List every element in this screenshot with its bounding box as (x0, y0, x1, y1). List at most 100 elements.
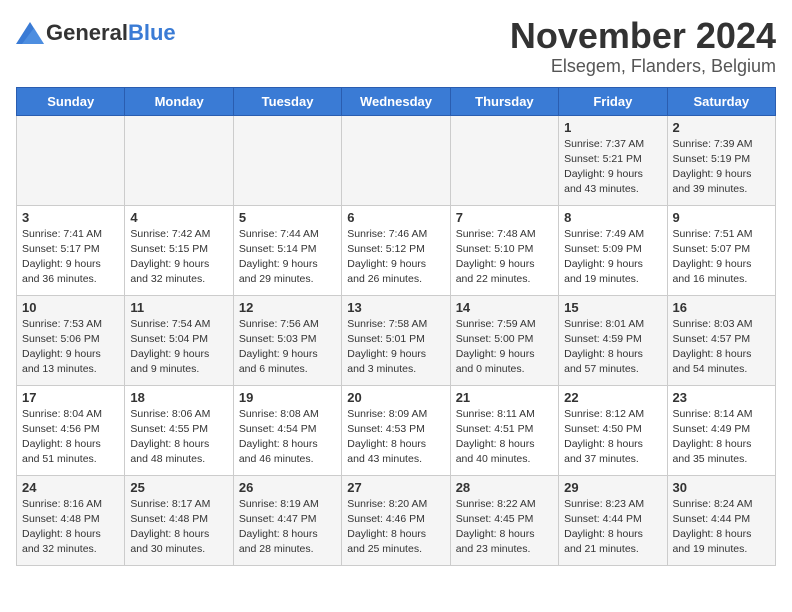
day-info: Sunrise: 8:06 AMSunset: 4:55 PMDaylight:… (130, 407, 227, 468)
day-info: Sunrise: 7:51 AMSunset: 5:07 PMDaylight:… (673, 227, 770, 288)
calendar-table: SundayMondayTuesdayWednesdayThursdayFrid… (16, 87, 776, 566)
calendar-week-row: 3 Sunrise: 7:41 AMSunset: 5:17 PMDaylight… (17, 205, 776, 295)
day-info: Sunrise: 7:41 AMSunset: 5:17 PMDaylight:… (22, 227, 119, 288)
day-info: Sunrise: 7:56 AMSunset: 5:03 PMDaylight:… (239, 317, 336, 378)
header-day-tuesday: Tuesday (233, 87, 341, 115)
calendar-cell: 24 Sunrise: 8:16 AMSunset: 4:48 PMDayligh… (17, 475, 125, 565)
day-info: Sunrise: 7:46 AMSunset: 5:12 PMDaylight:… (347, 227, 444, 288)
day-info: Sunrise: 8:11 AMSunset: 4:51 PMDaylight:… (456, 407, 553, 468)
calendar-cell (125, 115, 233, 205)
day-number: 8 (564, 210, 661, 225)
calendar-cell: 14Sunrise: 7:59 AMSunset: 5:00 PMDayligh… (450, 295, 558, 385)
day-info: Sunrise: 7:59 AMSunset: 5:00 PMDaylight:… (456, 317, 553, 378)
day-info: Sunrise: 7:54 AMSunset: 5:04 PMDaylight:… (130, 317, 227, 378)
calendar-cell (17, 115, 125, 205)
calendar-cell: 20Sunrise: 8:09 AMSunset: 4:53 PMDayligh… (342, 385, 450, 475)
calendar-cell: 9 Sunrise: 7:51 AMSunset: 5:07 PMDaylight… (667, 205, 775, 295)
day-number: 29 (564, 480, 661, 495)
calendar-cell: 4Sunrise: 7:42 AMSunset: 5:15 PMDaylight… (125, 205, 233, 295)
day-info: Sunrise: 8:03 AMSunset: 4:57 PMDaylight:… (673, 317, 770, 378)
calendar-cell: 16Sunrise: 8:03 AMSunset: 4:57 PMDayligh… (667, 295, 775, 385)
day-info: Sunrise: 7:39 AMSunset: 5:19 PMDaylight:… (673, 137, 770, 198)
day-info: Sunrise: 7:37 AMSunset: 5:21 PMDaylight:… (564, 137, 661, 198)
header: GeneralBlue November 2024 Elsegem, Fland… (16, 16, 776, 77)
day-info: Sunrise: 8:19 AMSunset: 4:47 PMDaylight:… (239, 497, 336, 558)
day-number: 28 (456, 480, 553, 495)
day-number: 9 (673, 210, 770, 225)
title-block: November 2024 Elsegem, Flanders, Belgium (510, 16, 776, 77)
day-info: Sunrise: 8:12 AMSunset: 4:50 PMDaylight:… (564, 407, 661, 468)
day-info: Sunrise: 8:23 AMSunset: 4:44 PMDaylight:… (564, 497, 661, 558)
logo-blue-text: Blue (128, 20, 176, 46)
calendar-cell: 17 Sunrise: 8:04 AMSunset: 4:56 PMDayligh… (17, 385, 125, 475)
day-info: Sunrise: 7:44 AMSunset: 5:14 PMDaylight:… (239, 227, 336, 288)
day-info: Sunrise: 8:22 AMSunset: 4:45 PMDaylight:… (456, 497, 553, 558)
day-number: 18 (130, 390, 227, 405)
calendar-cell: 29 Sunrise: 8:23 AMSunset: 4:44 PMDayligh… (559, 475, 667, 565)
calendar-cell: 12 Sunrise: 7:56 AMSunset: 5:03 PMDayligh… (233, 295, 341, 385)
calendar-cell: 25Sunrise: 8:17 AMSunset: 4:48 PMDayligh… (125, 475, 233, 565)
day-info: Sunrise: 7:42 AMSunset: 5:15 PMDaylight:… (130, 227, 227, 288)
header-day-thursday: Thursday (450, 87, 558, 115)
calendar-header-row: SundayMondayTuesdayWednesdayThursdayFrid… (17, 87, 776, 115)
day-info: Sunrise: 8:24 AMSunset: 4:44 PMDaylight:… (673, 497, 770, 558)
calendar-week-row: 1 Sunrise: 7:37 AMSunset: 5:21 PMDaylight… (17, 115, 776, 205)
calendar-cell: 1 Sunrise: 7:37 AMSunset: 5:21 PMDaylight… (559, 115, 667, 205)
calendar-subtitle: Elsegem, Flanders, Belgium (510, 56, 776, 77)
day-number: 12 (239, 300, 336, 315)
day-info: Sunrise: 7:58 AMSunset: 5:01 PMDaylight:… (347, 317, 444, 378)
calendar-cell: 18 Sunrise: 8:06 AMSunset: 4:55 PMDayligh… (125, 385, 233, 475)
day-number: 22 (564, 390, 661, 405)
calendar-cell: 13Sunrise: 7:58 AMSunset: 5:01 PMDayligh… (342, 295, 450, 385)
day-number: 2 (673, 120, 770, 135)
day-number: 3 (22, 210, 119, 225)
day-number: 21 (456, 390, 553, 405)
day-number: 10 (22, 300, 119, 315)
day-number: 27 (347, 480, 444, 495)
day-number: 7 (456, 210, 553, 225)
day-number: 5 (239, 210, 336, 225)
calendar-cell: 15 Sunrise: 8:01 AMSunset: 4:59 PMDayligh… (559, 295, 667, 385)
day-number: 20 (347, 390, 444, 405)
calendar-cell: 5 Sunrise: 7:44 AMSunset: 5:14 PMDaylight… (233, 205, 341, 295)
day-number: 17 (22, 390, 119, 405)
calendar-cell (342, 115, 450, 205)
day-info: Sunrise: 8:08 AMSunset: 4:54 PMDaylight:… (239, 407, 336, 468)
day-info: Sunrise: 8:16 AMSunset: 4:48 PMDaylight:… (22, 497, 119, 558)
calendar-cell: 26 Sunrise: 8:19 AMSunset: 4:47 PMDayligh… (233, 475, 341, 565)
logo-general-text: General (46, 20, 128, 46)
logo: GeneralBlue (16, 20, 176, 46)
calendar-cell: 30 Sunrise: 8:24 AMSunset: 4:44 PMDayligh… (667, 475, 775, 565)
day-number: 30 (673, 480, 770, 495)
day-number: 25 (130, 480, 227, 495)
day-number: 23 (673, 390, 770, 405)
day-number: 6 (347, 210, 444, 225)
calendar-cell: 6 Sunrise: 7:46 AMSunset: 5:12 PMDaylight… (342, 205, 450, 295)
header-day-monday: Monday (125, 87, 233, 115)
calendar-cell (233, 115, 341, 205)
header-day-wednesday: Wednesday (342, 87, 450, 115)
day-info: Sunrise: 8:01 AMSunset: 4:59 PMDaylight:… (564, 317, 661, 378)
day-info: Sunrise: 7:48 AMSunset: 5:10 PMDaylight:… (456, 227, 553, 288)
calendar-cell: 27 Sunrise: 8:20 AMSunset: 4:46 PMDayligh… (342, 475, 450, 565)
day-info: Sunrise: 8:04 AMSunset: 4:56 PMDaylight:… (22, 407, 119, 468)
day-number: 15 (564, 300, 661, 315)
day-number: 19 (239, 390, 336, 405)
calendar-cell: 28 Sunrise: 8:22 AMSunset: 4:45 PMDayligh… (450, 475, 558, 565)
calendar-cell (450, 115, 558, 205)
calendar-cell: 3 Sunrise: 7:41 AMSunset: 5:17 PMDaylight… (17, 205, 125, 295)
calendar-cell: 10Sunrise: 7:53 AMSunset: 5:06 PMDayligh… (17, 295, 125, 385)
calendar-cell: 23Sunrise: 8:14 AMSunset: 4:49 PMDayligh… (667, 385, 775, 475)
calendar-cell: 21 Sunrise: 8:11 AMSunset: 4:51 PMDayligh… (450, 385, 558, 475)
calendar-cell: 22 Sunrise: 8:12 AMSunset: 4:50 PMDayligh… (559, 385, 667, 475)
calendar-cell: 11Sunrise: 7:54 AMSunset: 5:04 PMDayligh… (125, 295, 233, 385)
day-info: Sunrise: 8:20 AMSunset: 4:46 PMDaylight:… (347, 497, 444, 558)
calendar-cell: 8Sunrise: 7:49 AMSunset: 5:09 PMDaylight… (559, 205, 667, 295)
day-number: 24 (22, 480, 119, 495)
calendar-week-row: 24 Sunrise: 8:16 AMSunset: 4:48 PMDayligh… (17, 475, 776, 565)
calendar-week-row: 10Sunrise: 7:53 AMSunset: 5:06 PMDayligh… (17, 295, 776, 385)
calendar-cell: 7 Sunrise: 7:48 AMSunset: 5:10 PMDaylight… (450, 205, 558, 295)
day-number: 26 (239, 480, 336, 495)
header-day-friday: Friday (559, 87, 667, 115)
day-number: 1 (564, 120, 661, 135)
